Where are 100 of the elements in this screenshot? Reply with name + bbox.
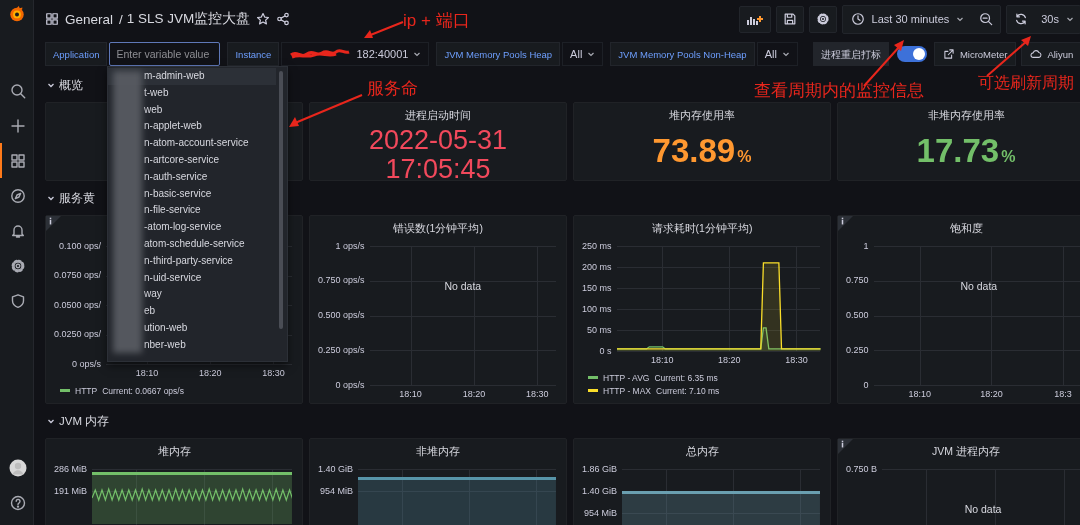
grid-icon	[9, 152, 26, 169]
legend-label[interactable]: HTTP	[75, 385, 98, 396]
axis-tick-label: 18:20	[980, 389, 1003, 400]
caret-icon	[587, 50, 596, 58]
axis-tick-label: 0.0500 ops/	[54, 299, 102, 311]
breadcrumb-folder[interactable]: General	[65, 11, 114, 27]
star-icon[interactable]	[256, 12, 271, 26]
annotation-text: 可选刷新周期	[978, 73, 1074, 93]
variable-label: JVM Memory Pools Heap	[436, 42, 561, 66]
stat-value: 73.89	[652, 133, 736, 169]
variable-select[interactable]: All	[756, 42, 798, 66]
settings-icon	[815, 12, 830, 26]
axis-tick-label: 18:3	[1054, 389, 1072, 400]
axis-tick-label: 0.250	[846, 344, 869, 356]
no-data-message: No data	[444, 280, 482, 292]
annotation-text: 查看周期内的监控信息	[754, 80, 924, 102]
axis-tick-label: 50 ms	[587, 324, 612, 336]
row-toggle[interactable]: JVM 内存	[45, 406, 110, 436]
panel-title: 非堆内存	[415, 444, 461, 458]
dropdown-option[interactable]: web	[108, 101, 276, 119]
dropdown-option[interactable]: n-applet-web	[108, 118, 276, 136]
legend-value: Current: 0.0667 ops/s	[102, 385, 184, 396]
bell-icon	[9, 222, 26, 239]
dropdown-option[interactable]: ution-web	[108, 319, 276, 337]
toggle-switch[interactable]	[896, 46, 927, 62]
axis-tick-label: 286 MiB	[54, 463, 88, 475]
dropdown-option[interactable]: n-auth-service	[108, 168, 276, 186]
dropdown-option[interactable]: n-third-party-service	[108, 252, 276, 270]
axis-tick-label: 0 s	[599, 345, 612, 357]
cloud-icon	[1030, 48, 1043, 60]
axis-tick-label: 1.40 GiB	[582, 485, 618, 497]
axis-tick-label: 18:10	[908, 389, 932, 400]
share-icon[interactable]	[276, 12, 291, 26]
dropdown-option[interactable]: n-file-service	[108, 202, 276, 220]
save-icon	[782, 12, 797, 26]
panel-title: 堆内存使用率	[668, 108, 736, 122]
dashboard-title[interactable]: 1 SLS JVM监控大盘	[126, 10, 251, 28]
axis-tick-label: 0.250 ops/s	[318, 344, 365, 356]
panel-title: 饱和度	[948, 221, 984, 235]
variable-label: Instance	[227, 42, 280, 66]
axis-tick-label: 1 ops/s	[335, 240, 365, 252]
axis-tick-label: 0.500 ops/s	[318, 310, 365, 321]
dropdown-option[interactable]: n-basic-service	[108, 185, 276, 203]
caret-icon	[413, 50, 422, 58]
variable-input[interactable]: Enter variable value	[109, 42, 221, 66]
variable-select[interactable]: All	[562, 42, 604, 66]
axis-tick-label: 18:30	[262, 368, 285, 379]
compass-icon	[9, 187, 26, 204]
panel-title: 进程启动时间	[404, 108, 472, 122]
panel-title: 请求耗时(1分钟平均)	[650, 221, 754, 235]
annotation-text: 服务命	[367, 78, 418, 100]
axis-tick-label: 954 MiB	[320, 485, 354, 497]
dropdown-option[interactable]: t-web	[108, 84, 276, 102]
add-panel-button[interactable]	[738, 5, 771, 33]
axis-tick-label: 1.40 GiB	[318, 463, 354, 475]
stat-unit: %	[737, 148, 752, 166]
axis-tick-label: 0.100 ops/	[59, 240, 102, 252]
axis-tick-label: 1.86 GiB	[582, 463, 618, 475]
axis-tick-label: 0.750 ops/s	[318, 275, 365, 287]
variable-select[interactable]: 182:40001	[281, 42, 430, 66]
plus-icon	[9, 117, 26, 134]
dropdown-option[interactable]: way	[108, 286, 276, 304]
legend-label[interactable]: HTTP - AVG	[603, 372, 650, 383]
axis-tick-label: 0.0750 ops/	[54, 270, 102, 281]
help-icon	[9, 494, 26, 511]
chevron-icon	[47, 417, 55, 425]
clock-icon	[850, 12, 865, 26]
panel-title: 堆内存	[156, 444, 192, 458]
dropdown-option[interactable]: n-uid-service	[108, 269, 276, 287]
dropdown-option[interactable]: nber-web	[108, 336, 276, 354]
axis-tick-label: 0 ops/s	[335, 379, 365, 391]
axis-tick-label: 18:10	[135, 368, 159, 379]
axis-tick-label: 191 MiB	[54, 485, 88, 497]
logo-icon[interactable]	[7, 5, 26, 23]
panel-title: 非堆内存使用率	[926, 108, 1006, 122]
row-toggle[interactable]: 概览	[45, 70, 83, 100]
dashboard-link[interactable]: MicroMeter	[933, 42, 1017, 66]
settings-icon	[9, 257, 26, 274]
caret-icon	[781, 50, 790, 58]
external-link-icon	[942, 48, 955, 60]
scrollbar[interactable]	[279, 71, 283, 329]
no-data-message: No data	[964, 503, 1002, 515]
zoom-out-icon	[979, 12, 994, 26]
settings-button[interactable]	[808, 5, 837, 33]
dropdown-option[interactable]: eb	[108, 303, 276, 320]
caret-icon	[956, 15, 965, 23]
save-button[interactable]	[775, 5, 804, 33]
chevron-icon	[47, 194, 55, 202]
legend-label[interactable]: HTTP - MAX	[603, 385, 651, 396]
search-icon	[9, 82, 26, 99]
dashboard-link[interactable]: Aliyun	[1021, 42, 1080, 66]
dropdown-option[interactable]: n-atom-account-service	[108, 135, 276, 152]
axis-tick-label: 18:30	[785, 355, 808, 366]
avatar-icon	[8, 458, 27, 477]
stat-unit: %	[1001, 148, 1016, 166]
row-toggle[interactable]: 服务黄	[45, 183, 95, 213]
dropdown-option[interactable]: -atom-log-service	[108, 219, 276, 236]
stat-value: 17.73	[916, 133, 1000, 169]
dropdown-option[interactable]: atom-schedule-service	[108, 235, 276, 253]
dropdown-option[interactable]: n-artcore-service	[108, 152, 276, 169]
